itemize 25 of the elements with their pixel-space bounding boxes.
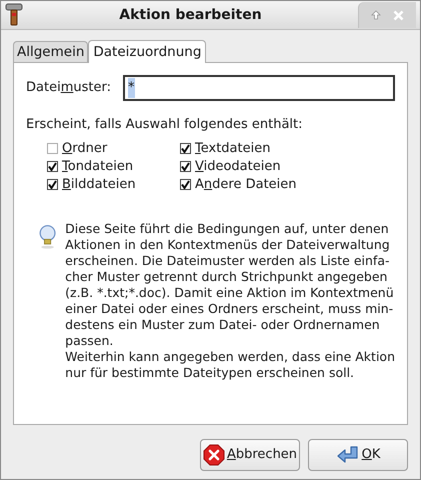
- return-arrow-icon: [336, 445, 360, 465]
- checkbox-option[interactable]: Bilddateien: [47, 176, 180, 192]
- stop-icon: [202, 444, 225, 466]
- pattern-label: Dateimuster:: [26, 79, 112, 98]
- checkbox[interactable]: [47, 143, 58, 154]
- dialog-button[interactable]: Abbrechen: [200, 439, 300, 471]
- pattern-field[interactable]: *: [123, 75, 395, 101]
- checkbox-option[interactable]: Tondateien: [47, 158, 180, 174]
- checkbox[interactable]: [180, 143, 191, 154]
- checkbox-option[interactable]: Andere Dateien: [180, 176, 395, 192]
- info-text: Diese Seite führt die Bedingungen auf, unter denen Aktionen in den Kontextmenüs der Dateiverwaltung erscheinen. Die Dateimuster werden als Liste einfa- cher Muster getrennt durch Strichpunkt angegeben (z.B. *.txt;*.doc). Damit eine Aktion im Kontextmenü einer Datei oder eines Ordners erscheint, muss min- destens ein Muster zum Datei- oder Ordnernamen passen. Weiterhin kann angegeben werden, dass eine Aktion nur für bestimmte Dateitypen erscheinen soll.: [65, 220, 395, 380]
- hammer-icon: [5, 3, 23, 27]
- tab[interactable]: Dateizuordnung: [88, 40, 206, 63]
- checkbox[interactable]: [47, 179, 58, 190]
- checkbox-option[interactable]: Videodateien: [180, 158, 395, 174]
- tab[interactable]: Allgemein: [13, 41, 88, 62]
- up-arrow-icon[interactable]: [371, 10, 381, 20]
- checkbox-option[interactable]: Ordner: [47, 140, 180, 156]
- checkbox[interactable]: [180, 161, 191, 172]
- checkbox-option[interactable]: Textdateien: [180, 140, 395, 156]
- checkbox[interactable]: [47, 161, 58, 172]
- checkbox[interactable]: [180, 179, 191, 190]
- window-title: Aktion bearbeiten: [119, 6, 262, 22]
- section-label: Erscheint, falls Auswahl folgendes enthält:: [26, 116, 304, 134]
- dialog-button[interactable]: OK: [308, 439, 408, 471]
